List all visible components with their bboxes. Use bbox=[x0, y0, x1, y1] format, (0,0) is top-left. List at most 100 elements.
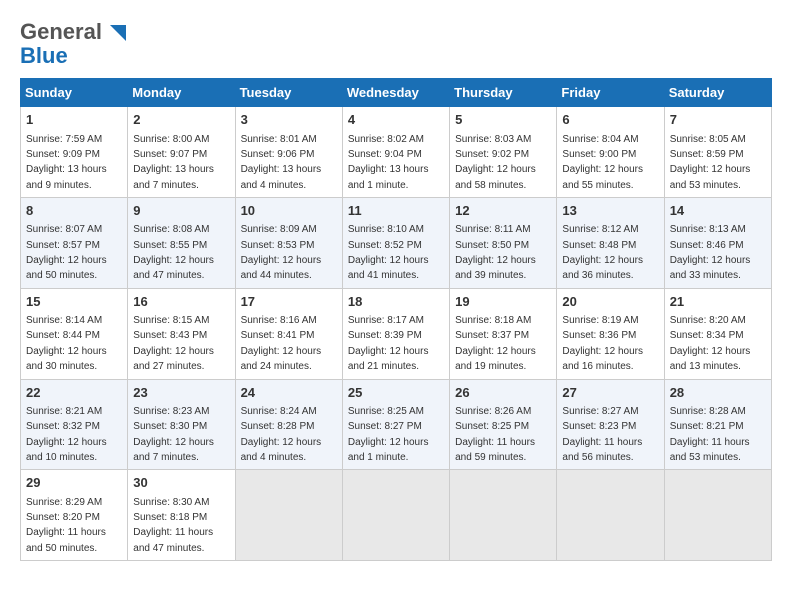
calendar-day-cell: 15 Sunrise: 8:14 AM Sunset: 8:44 PM Dayl… bbox=[21, 288, 128, 379]
calendar-day-cell: 6 Sunrise: 8:04 AM Sunset: 9:00 PM Dayli… bbox=[557, 107, 664, 198]
sunrise-info: Sunrise: 8:15 AM bbox=[133, 315, 209, 326]
sunrise-info: Sunrise: 8:17 AM bbox=[348, 315, 424, 326]
sunset-info: Sunset: 8:34 PM bbox=[670, 330, 744, 341]
day-number: 19 bbox=[455, 293, 551, 311]
day-number: 9 bbox=[133, 202, 229, 220]
daylight-info: Daylight: 13 hours and 9 minutes. bbox=[26, 164, 107, 190]
sunset-info: Sunset: 8:28 PM bbox=[241, 421, 315, 432]
daylight-info: Daylight: 11 hours and 56 minutes. bbox=[562, 437, 642, 463]
daylight-info: Daylight: 12 hours and 1 minute. bbox=[348, 437, 429, 463]
daylight-info: Daylight: 12 hours and 27 minutes. bbox=[133, 346, 214, 372]
day-number: 23 bbox=[133, 384, 229, 402]
day-number: 21 bbox=[670, 293, 766, 311]
calendar-week-row: 15 Sunrise: 8:14 AM Sunset: 8:44 PM Dayl… bbox=[21, 288, 772, 379]
calendar-day-cell: 4 Sunrise: 8:02 AM Sunset: 9:04 PM Dayli… bbox=[342, 107, 449, 198]
calendar-day-cell: 3 Sunrise: 8:01 AM Sunset: 9:06 PM Dayli… bbox=[235, 107, 342, 198]
day-number: 10 bbox=[241, 202, 337, 220]
sunrise-info: Sunrise: 8:00 AM bbox=[133, 134, 209, 145]
sunrise-info: Sunrise: 8:28 AM bbox=[670, 406, 746, 417]
calendar-day-cell: 23 Sunrise: 8:23 AM Sunset: 8:30 PM Dayl… bbox=[128, 379, 235, 470]
day-number: 2 bbox=[133, 111, 229, 129]
calendar-day-cell: 7 Sunrise: 8:05 AM Sunset: 8:59 PM Dayli… bbox=[664, 107, 771, 198]
day-number: 14 bbox=[670, 202, 766, 220]
sunrise-info: Sunrise: 8:04 AM bbox=[562, 134, 638, 145]
daylight-info: Daylight: 12 hours and 10 minutes. bbox=[26, 437, 107, 463]
sunrise-info: Sunrise: 8:13 AM bbox=[670, 224, 746, 235]
day-number: 15 bbox=[26, 293, 122, 311]
sunset-info: Sunset: 8:21 PM bbox=[670, 421, 744, 432]
calendar-day-cell: 17 Sunrise: 8:16 AM Sunset: 8:41 PM Dayl… bbox=[235, 288, 342, 379]
sunset-info: Sunset: 8:48 PM bbox=[562, 240, 636, 251]
daylight-info: Daylight: 12 hours and 50 minutes. bbox=[26, 255, 107, 281]
sunset-info: Sunset: 8:37 PM bbox=[455, 330, 529, 341]
sunset-info: Sunset: 9:07 PM bbox=[133, 149, 207, 160]
sunrise-info: Sunrise: 8:27 AM bbox=[562, 406, 638, 417]
day-number: 8 bbox=[26, 202, 122, 220]
daylight-info: Daylight: 13 hours and 7 minutes. bbox=[133, 164, 214, 190]
sunset-info: Sunset: 8:57 PM bbox=[26, 240, 100, 251]
daylight-info: Daylight: 12 hours and 4 minutes. bbox=[241, 437, 322, 463]
day-number: 3 bbox=[241, 111, 337, 129]
day-number: 12 bbox=[455, 202, 551, 220]
sunset-info: Sunset: 8:20 PM bbox=[26, 512, 100, 523]
sunset-info: Sunset: 8:55 PM bbox=[133, 240, 207, 251]
day-of-week-header: Sunday bbox=[21, 79, 128, 107]
sunrise-info: Sunrise: 8:30 AM bbox=[133, 497, 209, 508]
calendar-day-cell: 27 Sunrise: 8:27 AM Sunset: 8:23 PM Dayl… bbox=[557, 379, 664, 470]
calendar-day-cell: 24 Sunrise: 8:24 AM Sunset: 8:28 PM Dayl… bbox=[235, 379, 342, 470]
sunrise-info: Sunrise: 8:14 AM bbox=[26, 315, 102, 326]
day-number: 24 bbox=[241, 384, 337, 402]
day-number: 26 bbox=[455, 384, 551, 402]
sunset-info: Sunset: 9:02 PM bbox=[455, 149, 529, 160]
daylight-info: Daylight: 12 hours and 33 minutes. bbox=[670, 255, 751, 281]
sunset-info: Sunset: 8:32 PM bbox=[26, 421, 100, 432]
sunset-info: Sunset: 9:00 PM bbox=[562, 149, 636, 160]
daylight-info: Daylight: 12 hours and 58 minutes. bbox=[455, 164, 536, 190]
page-header: General Blue bbox=[20, 20, 772, 68]
daylight-info: Daylight: 12 hours and 21 minutes. bbox=[348, 346, 429, 372]
sunset-info: Sunset: 8:25 PM bbox=[455, 421, 529, 432]
sunrise-info: Sunrise: 8:29 AM bbox=[26, 497, 102, 508]
calendar-day-cell: 30 Sunrise: 8:30 AM Sunset: 8:18 PM Dayl… bbox=[128, 470, 235, 561]
sunset-info: Sunset: 8:18 PM bbox=[133, 512, 207, 523]
calendar-day-cell: 16 Sunrise: 8:15 AM Sunset: 8:43 PM Dayl… bbox=[128, 288, 235, 379]
daylight-info: Daylight: 12 hours and 30 minutes. bbox=[26, 346, 107, 372]
sunrise-info: Sunrise: 8:19 AM bbox=[562, 315, 638, 326]
day-number: 25 bbox=[348, 384, 444, 402]
logo: General Blue bbox=[20, 20, 128, 68]
day-number: 28 bbox=[670, 384, 766, 402]
day-number: 29 bbox=[26, 474, 122, 492]
day-number: 22 bbox=[26, 384, 122, 402]
calendar-day-cell: 9 Sunrise: 8:08 AM Sunset: 8:55 PM Dayli… bbox=[128, 198, 235, 289]
day-number: 6 bbox=[562, 111, 658, 129]
sunset-info: Sunset: 8:52 PM bbox=[348, 240, 422, 251]
daylight-info: Daylight: 11 hours and 47 minutes. bbox=[133, 527, 213, 553]
sunset-info: Sunset: 8:23 PM bbox=[562, 421, 636, 432]
calendar-day-cell: 26 Sunrise: 8:26 AM Sunset: 8:25 PM Dayl… bbox=[450, 379, 557, 470]
calendar-week-row: 8 Sunrise: 8:07 AM Sunset: 8:57 PM Dayli… bbox=[21, 198, 772, 289]
sunset-info: Sunset: 9:04 PM bbox=[348, 149, 422, 160]
sunrise-info: Sunrise: 8:24 AM bbox=[241, 406, 317, 417]
calendar-body: 1 Sunrise: 7:59 AM Sunset: 9:09 PM Dayli… bbox=[21, 107, 772, 561]
daylight-info: Daylight: 12 hours and 13 minutes. bbox=[670, 346, 751, 372]
calendar-day-cell: 14 Sunrise: 8:13 AM Sunset: 8:46 PM Dayl… bbox=[664, 198, 771, 289]
sunrise-info: Sunrise: 8:12 AM bbox=[562, 224, 638, 235]
calendar-day-cell: 18 Sunrise: 8:17 AM Sunset: 8:39 PM Dayl… bbox=[342, 288, 449, 379]
calendar-day-cell: 29 Sunrise: 8:29 AM Sunset: 8:20 PM Dayl… bbox=[21, 470, 128, 561]
sunrise-info: Sunrise: 8:23 AM bbox=[133, 406, 209, 417]
sunset-info: Sunset: 8:30 PM bbox=[133, 421, 207, 432]
day-number: 4 bbox=[348, 111, 444, 129]
sunrise-info: Sunrise: 8:02 AM bbox=[348, 134, 424, 145]
calendar-header: SundayMondayTuesdayWednesdayThursdayFrid… bbox=[21, 79, 772, 107]
daylight-info: Daylight: 12 hours and 24 minutes. bbox=[241, 346, 322, 372]
day-of-week-header: Friday bbox=[557, 79, 664, 107]
calendar-day-cell: 5 Sunrise: 8:03 AM Sunset: 9:02 PM Dayli… bbox=[450, 107, 557, 198]
sunrise-info: Sunrise: 8:01 AM bbox=[241, 134, 317, 145]
day-of-week-header: Saturday bbox=[664, 79, 771, 107]
day-number: 17 bbox=[241, 293, 337, 311]
calendar-day-cell: 20 Sunrise: 8:19 AM Sunset: 8:36 PM Dayl… bbox=[557, 288, 664, 379]
daylight-info: Daylight: 12 hours and 39 minutes. bbox=[455, 255, 536, 281]
sunrise-info: Sunrise: 8:25 AM bbox=[348, 406, 424, 417]
daylight-info: Daylight: 12 hours and 7 minutes. bbox=[133, 437, 214, 463]
calendar-day-cell bbox=[664, 470, 771, 561]
